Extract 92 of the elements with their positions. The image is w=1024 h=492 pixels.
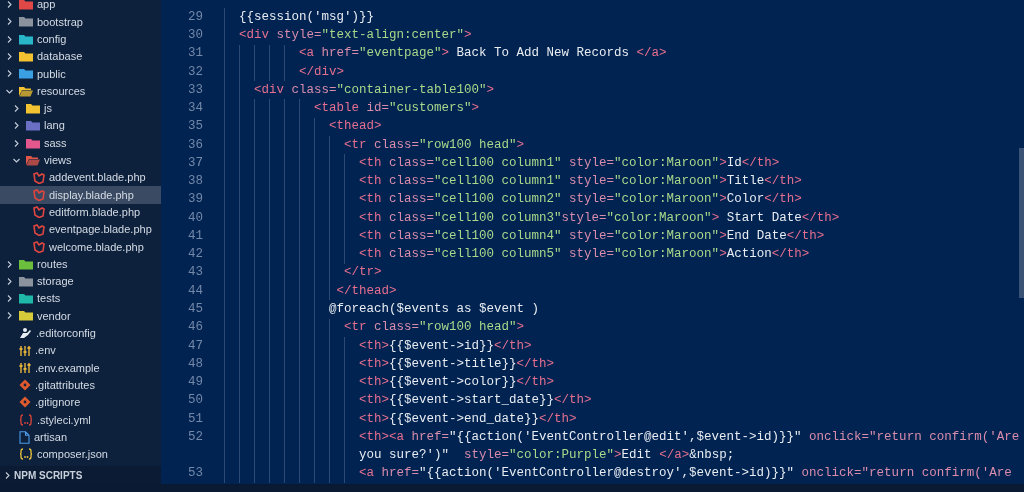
line-number: 47 [187, 337, 203, 355]
line-number: 52 [187, 428, 203, 446]
laravel-icon [33, 206, 45, 219]
code-line: <tr class="row100 head"> [343, 136, 525, 154]
tree-item[interactable]: storage [0, 272, 161, 291]
sliders-icon [19, 344, 31, 357]
tree-item[interactable]: .gitignore [0, 393, 161, 412]
laravel-icon [33, 223, 45, 236]
tree-item[interactable]: .editorconfig [0, 324, 161, 342]
line-number: 29 [187, 8, 203, 26]
code-line: <th class="cell100 column4" style="color:Maroon">End Date</th> [358, 227, 825, 245]
tree-item[interactable]: editform.blade.php [0, 203, 161, 221]
tree-item[interactable]: vendor [0, 307, 161, 325]
diamond-icon [19, 379, 31, 392]
code-line: <div class="container-table100"> [253, 81, 495, 99]
code-line: <th class="cell100 column5" style="color:Maroon">Action</th> [358, 246, 810, 264]
code-line: <th>{{$event->id}}</th> [358, 337, 532, 355]
code-line: </div> [298, 63, 345, 81]
brush-icon [19, 327, 32, 340]
tree-item[interactable]: .gitattributes [0, 376, 161, 394]
line-number: 38 [187, 173, 203, 191]
tree-item[interactable]: app [0, 0, 161, 14]
laravel-icon [33, 240, 45, 253]
tree-item[interactable]: lang [0, 117, 161, 135]
line-number: 43 [187, 264, 203, 282]
code-line: <a href="eventpage"> Back To Add New Records </a> [298, 45, 667, 63]
line-number: 49 [187, 374, 203, 392]
line-number: 45 [187, 301, 203, 318]
line-number: 37 [187, 154, 203, 172]
tree-item[interactable]: .styleci.yml [0, 411, 161, 429]
line-number: 36 [187, 136, 203, 154]
code-line: <th>{{$event->color}}</th> [358, 374, 555, 392]
tree-item[interactable]: routes [0, 255, 161, 273]
tree-item[interactable]: database [0, 47, 161, 66]
code-line: <thead> [328, 118, 382, 136]
tree-item[interactable]: artisan [0, 428, 161, 446]
line-number: 41 [187, 227, 203, 245]
tree-item[interactable]: welcome.blade.php [0, 238, 161, 256]
line-number: 53 [187, 465, 203, 483]
code-line: you sure?')" style="color:Purple">Edit </a>&nbsp; [358, 447, 735, 465]
braces-icon [19, 413, 33, 426]
tree-item[interactable]: views [0, 151, 161, 169]
line-number: 50 [187, 392, 203, 410]
line-number: 40 [187, 209, 203, 227]
line-number: 31 [187, 45, 203, 63]
tree-item[interactable]: composer.json [0, 445, 161, 463]
tree-item[interactable]: tests [0, 290, 161, 308]
code-line: </thead> [335, 282, 397, 300]
line-number: 51 [187, 410, 203, 428]
tree-item[interactable]: .env.example [0, 359, 161, 377]
code-line: <th class="cell100 column3"style="color:Maroon"> Start Date</th> [358, 209, 840, 227]
code-line: <th class="cell100 column1" style="color:Maroon">Id</th> [358, 154, 780, 172]
scrollbar-thumb[interactable] [1019, 148, 1024, 298]
tree-item[interactable]: eventpage.blade.php [0, 220, 161, 239]
tree-item[interactable]: config [0, 30, 161, 48]
line-number: 32 [187, 63, 203, 81]
sliders-icon [19, 361, 31, 374]
code-line: <div style="text-align:center"> [238, 27, 472, 45]
tree-item[interactable]: public [0, 65, 161, 83]
laravel-icon [33, 188, 45, 201]
line-number: 35 [187, 118, 203, 136]
code-line: <a href="{{action('EventController@destroy',$event->id)}}" onclick="return confirm('Are [358, 465, 1012, 483]
line-number: 48 [187, 355, 203, 373]
code-line: <th>{{$event->end_date}}</th> [358, 410, 577, 428]
tree-item[interactable]: .env [0, 341, 161, 360]
tree-item[interactable]: resources [0, 82, 161, 100]
laravel-icon [33, 171, 45, 184]
tree-item[interactable]: display.blade.php [0, 186, 161, 204]
braces-icon [19, 448, 33, 461]
code-line: <table id="customers"> [313, 100, 480, 118]
code-line: <tr class="row100 head"> [343, 319, 525, 337]
line-number: 39 [187, 191, 203, 209]
code-line: @foreach($events as $event ) [328, 301, 540, 318]
line-number: 34 [187, 100, 203, 118]
line-number: 33 [187, 81, 203, 99]
code-line: </tr> [343, 264, 382, 282]
line-number: 46 [187, 319, 203, 337]
code-line: <th class="cell100 column1" style="color:Maroon">Title</th> [358, 173, 802, 191]
code-line: <th>{{$event->title}}</th> [358, 355, 555, 373]
code-line: <th><a href="{{action('EventController@edit',$event->id)}}" onclick="return confirm('Are [358, 428, 1020, 446]
tree-item[interactable]: sass [0, 134, 161, 152]
code-line: {{session('msg')}} [238, 8, 375, 26]
line-number: 44 [187, 282, 203, 300]
line-number: 42 [187, 246, 203, 264]
tree-item[interactable]: addevent.blade.php [0, 168, 161, 187]
line-number: 30 [187, 27, 203, 45]
file-icon [19, 430, 30, 444]
diamond-icon [19, 396, 31, 409]
tree-item[interactable]: js [0, 99, 161, 118]
code-line: <th class="cell100 column2" style="color:Maroon">Color</th> [358, 191, 802, 209]
code-line: <th>{{$event->start_date}}</th> [358, 392, 592, 410]
tree-item[interactable]: bootstrap [0, 13, 161, 31]
